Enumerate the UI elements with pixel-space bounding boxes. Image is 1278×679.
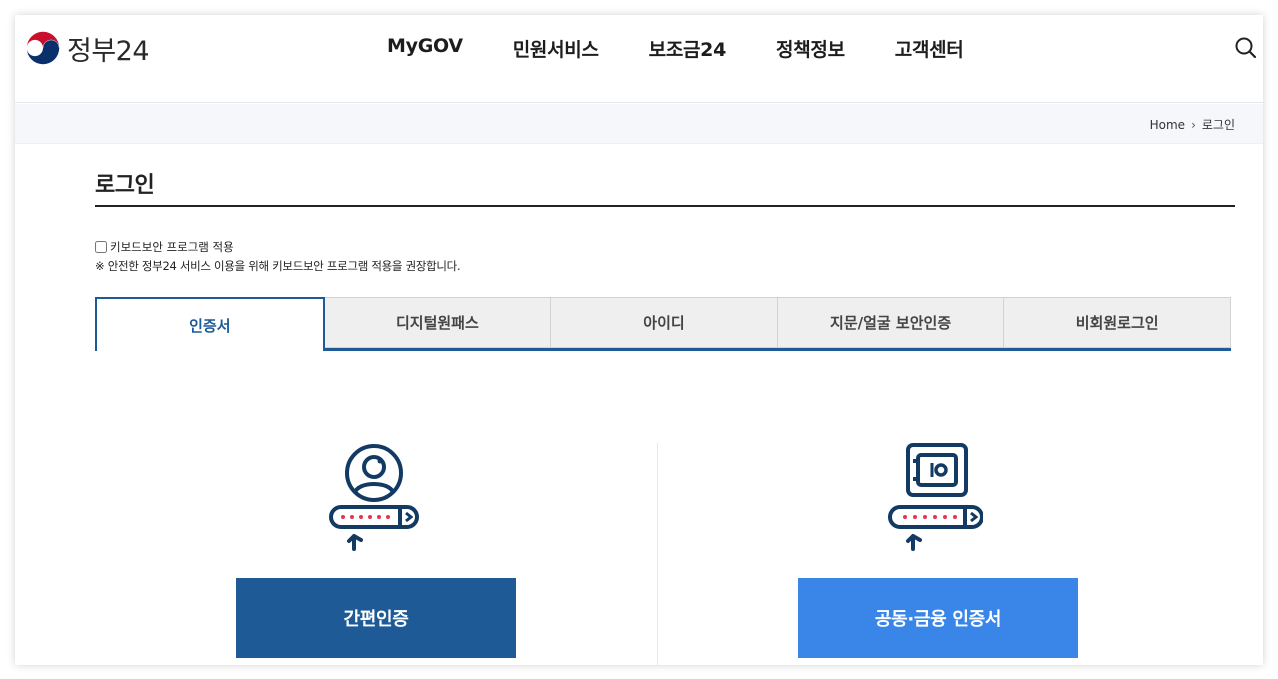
nav-item-civil-service[interactable]: 민원서비스 bbox=[513, 35, 599, 62]
breadcrumb: Home › 로그인 bbox=[1150, 116, 1235, 133]
joint-certificate-button[interactable]: 공동·금융 인증서 bbox=[798, 578, 1078, 658]
simple-auth-button[interactable]: 간편인증 bbox=[236, 578, 516, 658]
logo-text: 정부24 bbox=[67, 35, 150, 67]
nav-item-policy[interactable]: 정책정보 bbox=[776, 35, 845, 62]
taegeuk-logo-icon bbox=[26, 31, 60, 65]
search-icon bbox=[1235, 37, 1257, 59]
site-header: 정부24 MyGOV 민원서비스 보조금24 정책정보 고객센터 bbox=[15, 15, 1263, 103]
breadcrumb-bar: Home › 로그인 bbox=[15, 104, 1263, 144]
chevron-right-icon: › bbox=[1191, 117, 1196, 132]
keyboard-security-label: 키보드보안 프로그램 적용 bbox=[110, 240, 234, 254]
user-password-icon bbox=[329, 444, 419, 551]
tab-non-member[interactable]: 비회원로그인 bbox=[1004, 297, 1231, 348]
tab-biometric[interactable]: 지문/얼굴 보안인증 bbox=[777, 297, 1005, 348]
title-divider bbox=[95, 205, 1235, 207]
tab-certificate[interactable]: 인증서 bbox=[95, 297, 325, 351]
nav-item-mygov[interactable]: MyGOV bbox=[387, 35, 463, 62]
breadcrumb-current: 로그인 bbox=[1201, 118, 1235, 132]
keyboard-security-option[interactable]: 키보드보안 프로그램 적용 bbox=[95, 239, 234, 255]
panel-divider bbox=[657, 443, 658, 665]
page-title: 로그인 bbox=[95, 173, 155, 198]
search-button[interactable] bbox=[1233, 35, 1259, 61]
tab-id[interactable]: 아이디 bbox=[551, 297, 778, 348]
browser-frame: 정부24 MyGOV 민원서비스 보조금24 정책정보 고객센터 Home › … bbox=[15, 15, 1263, 665]
nav-item-customer-center[interactable]: 고객센터 bbox=[895, 35, 964, 62]
nav-item-subsidy[interactable]: 보조금24 bbox=[649, 35, 727, 62]
login-method-tabs: 인증서 디지털원패스 아이디 지문/얼굴 보안인증 비회원로그인 bbox=[95, 297, 1231, 351]
tab-digital-onepass[interactable]: 디지털원패스 bbox=[324, 297, 552, 348]
keyboard-security-note: ※ 안전한 정부24 서비스 이용을 위해 키보드보안 프로그램 적용을 권장합… bbox=[95, 259, 461, 273]
main-nav: MyGOV 민원서비스 보조금24 정책정보 고객센터 bbox=[387, 35, 1014, 62]
keyboard-security-checkbox[interactable] bbox=[95, 241, 107, 253]
site-logo[interactable]: 정부24 bbox=[25, 29, 150, 67]
breadcrumb-home[interactable]: Home bbox=[1150, 118, 1185, 132]
safe-password-icon bbox=[888, 443, 983, 551]
